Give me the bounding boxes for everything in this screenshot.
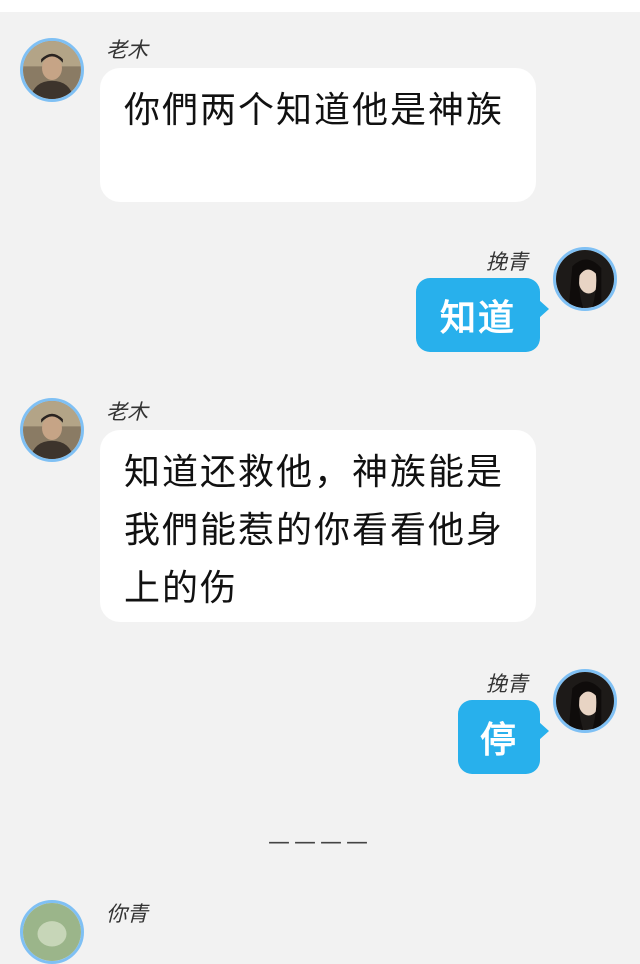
green-portrait-avatar[interactable] xyxy=(20,900,84,964)
message-bubble-right[interactable]: 知道 xyxy=(416,278,549,352)
sender-name: 老木 xyxy=(106,38,148,62)
avatar-image xyxy=(23,41,81,99)
message-bubble-right[interactable]: 停 xyxy=(458,700,549,774)
avatar-image xyxy=(23,401,81,459)
avatar-image xyxy=(556,672,614,730)
male-portrait-avatar[interactable] xyxy=(20,398,84,462)
sender-name: 老木 xyxy=(106,400,148,424)
female-portrait-avatar[interactable] xyxy=(553,247,617,311)
male-portrait-avatar[interactable] xyxy=(20,38,84,102)
sender-name: 挽青 xyxy=(486,672,528,696)
top-bar xyxy=(0,0,640,12)
avatar-image xyxy=(23,903,81,961)
avatar-image xyxy=(556,250,614,308)
section-divider: ———— xyxy=(268,830,372,855)
message-bubble-left[interactable]: 你們两个知道他是神族 xyxy=(100,68,536,202)
female-portrait-avatar[interactable] xyxy=(553,669,617,733)
sender-name: 挽青 xyxy=(486,250,528,274)
message-bubble-left[interactable]: 知道还救他，神族能是我們能惹的你看看他身上的伤 xyxy=(100,430,536,622)
